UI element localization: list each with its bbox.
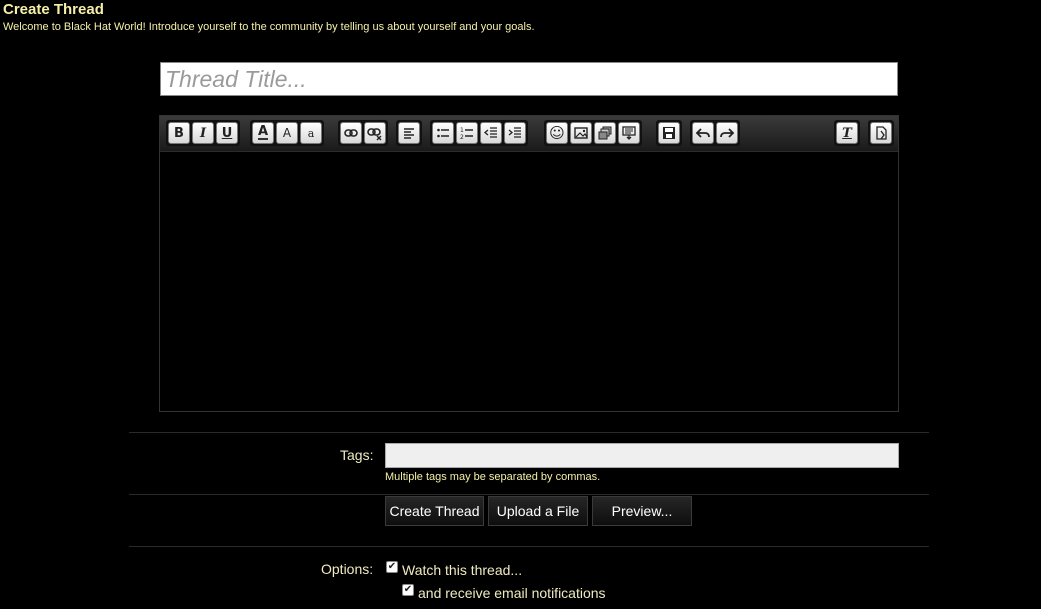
font-family-icon: a	[307, 126, 315, 140]
bold-button[interactable]: B	[168, 122, 190, 144]
watch-thread-label[interactable]: Watch this thread...	[402, 562, 522, 578]
create-thread-button[interactable]: Create Thread	[385, 496, 484, 526]
font-size-icon: A	[282, 126, 292, 140]
toolbar-group-history	[690, 120, 740, 146]
email-notifications-checkbox[interactable]: ✔	[402, 584, 414, 596]
toolbar-group-source	[868, 120, 894, 146]
toolbar-group-insert: ☺	[544, 120, 642, 146]
underline-button[interactable]: U	[216, 122, 238, 144]
outdent-button[interactable]	[480, 122, 502, 144]
toolbar-group-fonts: A A a	[250, 120, 324, 146]
insert-button[interactable]	[618, 122, 640, 144]
toolbar-group-format: T	[834, 120, 860, 146]
bullet-list-icon	[437, 128, 449, 138]
save-draft-button[interactable]	[658, 122, 680, 144]
remove-format-button[interactable]: T	[836, 122, 858, 144]
svg-text:2: 2	[460, 134, 464, 141]
remove-format-icon: T	[842, 125, 852, 141]
unlink-button[interactable]	[364, 122, 386, 144]
link-icon	[344, 129, 358, 137]
smilies-button[interactable]: ☺	[546, 122, 568, 144]
image-button[interactable]	[570, 122, 592, 144]
tags-label: Tags:	[340, 447, 374, 463]
font-family-button[interactable]: a	[300, 122, 322, 144]
media-icon	[598, 126, 612, 140]
page-subtitle: Welcome to Black Hat World! Introduce yo…	[3, 21, 535, 33]
toolbar-group-align	[396, 120, 422, 146]
toolbar-group-text-style: B I U	[166, 120, 240, 146]
font-size-button[interactable]: A	[276, 122, 298, 144]
preview-button[interactable]: Preview...	[592, 496, 692, 526]
toolbar-group-links	[338, 120, 388, 146]
section-divider	[129, 432, 929, 433]
options-label: Options:	[321, 561, 374, 577]
svg-text:1: 1	[460, 127, 464, 134]
section-divider	[129, 546, 929, 547]
bullet-list-button[interactable]	[432, 122, 454, 144]
save-icon	[663, 127, 675, 139]
italic-button[interactable]: I	[192, 122, 214, 144]
font-color-button[interactable]: A	[252, 122, 274, 144]
redo-button[interactable]	[716, 122, 738, 144]
numbered-list-icon: 12	[460, 127, 473, 141]
undo-button[interactable]	[692, 122, 714, 144]
image-icon	[574, 127, 588, 139]
thread-title-input[interactable]	[160, 62, 898, 96]
section-divider	[129, 494, 929, 495]
link-button[interactable]	[340, 122, 362, 144]
undo-icon	[695, 128, 710, 138]
tags-hint: Multiple tags may be separated by commas…	[385, 471, 601, 483]
editor-toolbar: B I U A A a 1 2 ☺ T	[160, 116, 898, 152]
toolbar-group-draft	[656, 120, 682, 146]
upload-file-button[interactable]: Upload a File	[488, 496, 588, 526]
media-button[interactable]	[594, 122, 616, 144]
italic-icon: I	[199, 125, 207, 141]
watch-thread-checkbox[interactable]: ✔	[386, 561, 398, 573]
message-textarea[interactable]	[160, 152, 898, 411]
underline-icon: U	[221, 125, 233, 141]
numbered-list-button[interactable]: 12	[456, 122, 478, 144]
email-notifications-label[interactable]: and receive email notifications	[418, 585, 606, 601]
tags-input[interactable]	[385, 443, 899, 468]
insert-icon	[622, 126, 636, 140]
message-editor: B I U A A a 1 2 ☺ T	[159, 115, 899, 412]
indent-button[interactable]	[504, 122, 526, 144]
align-left-icon	[404, 128, 414, 139]
smiley-icon: ☺	[549, 124, 565, 142]
toolbar-group-lists: 12	[430, 120, 528, 146]
toggle-bbcode-button[interactable]	[870, 122, 892, 144]
font-color-icon: A	[257, 124, 269, 140]
unlink-icon	[367, 128, 382, 141]
checkmark-icon: ✔	[403, 584, 413, 595]
outdent-icon	[483, 127, 497, 138]
checkmark-icon: ✔	[387, 561, 397, 572]
align-button[interactable]	[398, 122, 420, 144]
bold-icon: B	[174, 125, 184, 141]
page-title: Create Thread	[3, 1, 104, 18]
indent-icon	[508, 127, 521, 138]
toggle-bbcode-icon	[876, 126, 887, 140]
redo-icon	[720, 128, 735, 138]
